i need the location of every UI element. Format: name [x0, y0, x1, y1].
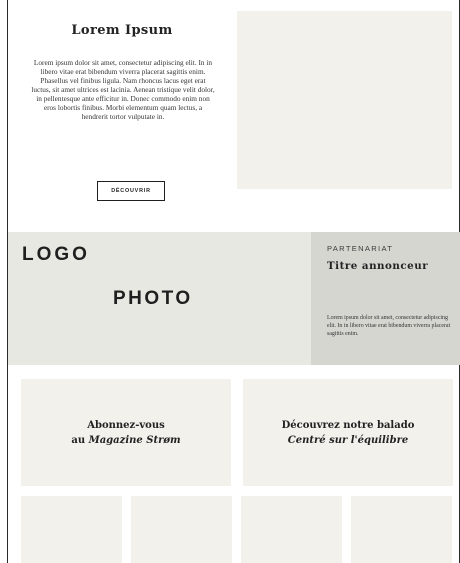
small-card-2[interactable] — [131, 496, 232, 563]
magazine-card-prefix: au — [71, 434, 89, 446]
partner-body-text: Lorem ipsum dolor sit amet, consectetur … — [327, 315, 451, 337]
podcast-card[interactable]: Découvrez notre balado Centré sur l'équi… — [243, 379, 453, 486]
logo-photo-band: LOGO PHOTO — [8, 232, 311, 365]
hero-title: Lorem Ipsum — [71, 23, 173, 38]
hero-body-text: Lorem ipsum dolor sit amet, consectetur … — [31, 58, 215, 121]
podcast-name: Centré sur l'équilibre — [287, 434, 409, 446]
magazine-card-line2: au Magazine Strøm — [71, 433, 180, 448]
page: Lorem Ipsum Lorem ipsum dolor sit amet, … — [0, 0, 460, 563]
magazine-subscribe-card[interactable]: Abonnez-vous au Magazine Strøm — [21, 379, 231, 486]
logo-placeholder: LOGO — [22, 244, 90, 265]
partner-label: PARTENARIAT — [327, 244, 394, 253]
hero-image-placeholder — [237, 11, 452, 189]
podcast-card-line2: Centré sur l'équilibre — [288, 433, 408, 448]
small-card-3[interactable] — [241, 496, 342, 563]
podcast-card-line1: Découvrez notre balado — [281, 419, 415, 431]
hero-text-block: Lorem Ipsum Lorem ipsum dolor sit amet, … — [8, 0, 236, 230]
small-card-1[interactable] — [21, 496, 122, 563]
discover-button[interactable]: DÉCOUVRIR — [97, 181, 165, 201]
magazine-name: Magazine Strøm — [88, 434, 181, 446]
partner-title: Titre annonceur — [327, 260, 429, 272]
magazine-card-line1: Abonnez-vous — [87, 419, 165, 431]
partner-panel[interactable]: PARTENARIAT Titre annonceur Lorem ipsum … — [311, 232, 460, 365]
photo-placeholder: PHOTO — [113, 288, 193, 309]
small-card-4[interactable] — [351, 496, 452, 563]
